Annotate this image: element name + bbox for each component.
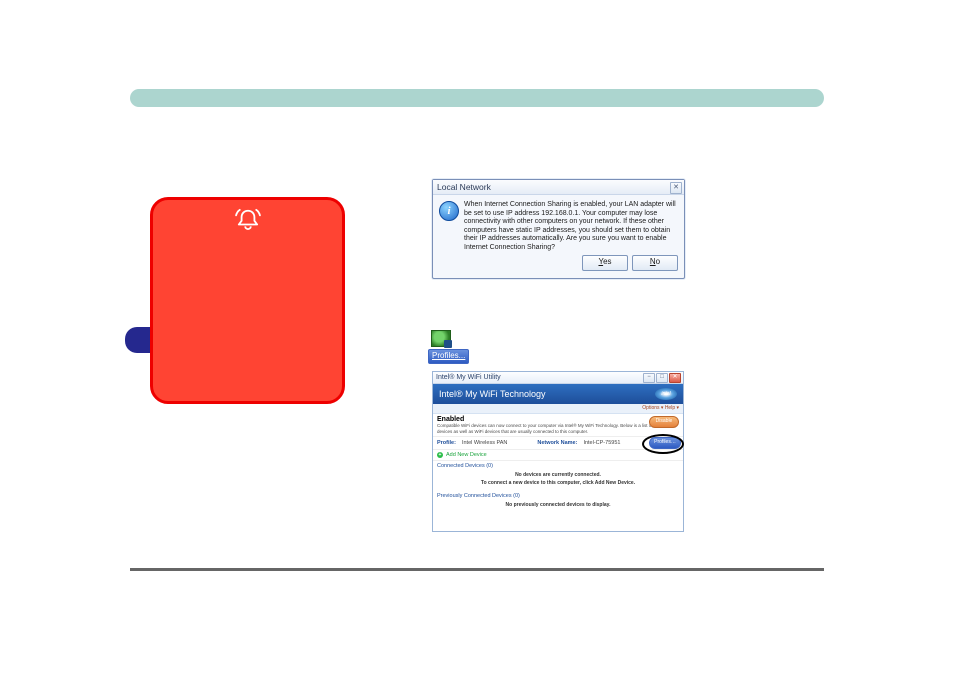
dialog-close-button[interactable]: ✕ <box>670 182 682 194</box>
connected-devices-msg: No devices are currently connected. To c… <box>433 469 683 491</box>
intel-window-titlebar: Intel® My WiFi Utility − □ ✕ <box>433 372 683 384</box>
window-control-buttons: − □ ✕ <box>643 373 681 383</box>
profile-row: Profile: Intel Wireless PAN Network Name… <box>433 436 683 450</box>
intel-logo-icon: intel <box>655 388 677 400</box>
dialog-message: When Internet Connection Sharing is enab… <box>464 201 678 252</box>
maximize-button[interactable]: □ <box>656 373 668 383</box>
connected-devices-msg-1: No devices are currently connected. <box>441 471 675 479</box>
intel-menu-strip[interactable]: Options ▾ Help ▾ <box>433 404 683 414</box>
warning-box <box>150 197 345 404</box>
yes-button[interactable]: Yes <box>582 255 628 271</box>
enabled-row: Enabled Compatible WiFi devices can now … <box>433 414 683 436</box>
dialog-titlebar: Local Network ✕ <box>433 180 684 195</box>
footer-rule <box>130 568 824 571</box>
intel-mywifi-utility-window: Intel® My WiFi Utility − □ ✕ Intel® My W… <box>432 371 684 532</box>
dialog-title-text: Local Network <box>437 182 491 192</box>
close-icon: ✕ <box>673 181 679 195</box>
intel-banner-text: Intel® My WiFi Technology <box>439 389 546 399</box>
add-new-device-link[interactable]: + Add New Device <box>433 450 683 461</box>
intel-window-title-text: Intel® My WiFi Utility <box>436 374 501 381</box>
profiles-button[interactable]: Profiles... <box>428 349 469 364</box>
minimize-button[interactable]: − <box>643 373 655 383</box>
profile-value: Intel Wireless PAN <box>462 440 507 446</box>
disable-button[interactable]: Disable <box>649 416 679 428</box>
add-new-device-label: Add New Device <box>446 452 487 458</box>
previously-connected-msg: No previously connected devices to displ… <box>433 499 683 513</box>
enabled-description: Compatible WiFi devices can now connect … <box>437 423 679 435</box>
profile-label: Profile: <box>437 440 456 446</box>
connected-devices-label: Connected Devices (0) <box>433 461 683 469</box>
profiles-button-inline[interactable]: Profiles… <box>649 437 681 449</box>
network-name-value: Intel-CP-75951 <box>583 440 620 446</box>
close-button[interactable]: ✕ <box>669 373 681 383</box>
intel-tray-icon[interactable] <box>431 330 451 347</box>
dialog-button-row: Yes No <box>433 252 684 276</box>
intel-banner: Intel® My WiFi Technology intel <box>433 384 683 404</box>
info-icon: i <box>439 201 459 221</box>
decorative-top-bar <box>130 89 824 107</box>
alarm-bell-icon <box>233 208 263 230</box>
previously-connected-label: Previously Connected Devices (0) <box>433 491 683 499</box>
enabled-label: Enabled <box>437 416 679 423</box>
plus-icon: + <box>437 452 443 458</box>
local-network-dialog: Local Network ✕ i When Internet Connecti… <box>432 179 685 279</box>
network-name-label: Network Name: <box>537 440 577 446</box>
no-button[interactable]: No <box>632 255 678 271</box>
dialog-body: i When Internet Connection Sharing is en… <box>433 195 684 252</box>
connected-devices-msg-2: To connect a new device to this computer… <box>441 479 675 487</box>
